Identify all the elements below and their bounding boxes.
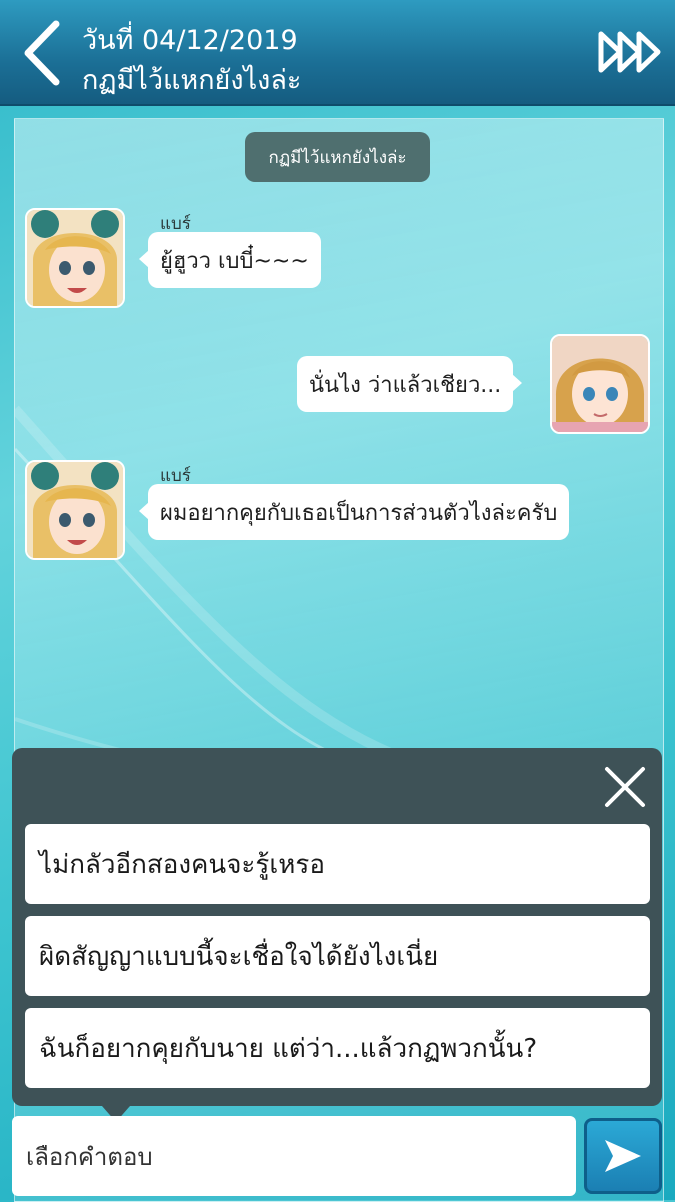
- chat-title: กฏมีไว้แหกยังไงล่ะ: [82, 65, 302, 96]
- avatar-player[interactable]: [550, 334, 650, 434]
- reply-choice-2[interactable]: ผิดสัญญาแบบนี้จะเชื่อใจได้ยังไงเนี่ย: [25, 916, 650, 996]
- bear-avatar-image: [27, 462, 123, 558]
- header-bar: วันที่ 04/12/2019 กฏมีไว้แหกยังไงล่ะ: [0, 0, 675, 106]
- topic-pill: กฏมีไว้แหกยังไงล่ะ: [245, 132, 430, 182]
- avatar-bear[interactable]: [25, 460, 125, 560]
- player-avatar-image: [552, 336, 648, 432]
- send-arrow-icon: [605, 1140, 641, 1172]
- send-button[interactable]: [584, 1118, 662, 1194]
- back-chevron-icon: [24, 20, 60, 86]
- skip-button[interactable]: [598, 28, 664, 76]
- message-bubble: ยู้ฮูวว เบบี๋~~~: [139, 232, 321, 288]
- avatar-bear[interactable]: [25, 208, 125, 308]
- reply-input[interactable]: เลือกคำตอบ: [12, 1116, 576, 1196]
- reply-choice-1[interactable]: ไม่กลัวอีกสองคนจะรู้เหรอ: [25, 824, 650, 904]
- message-bubble: ผมอยากคุยกับเธอเป็นการส่วนตัวไงล่ะครับ: [138, 484, 570, 540]
- reply-choice-3[interactable]: ฉันก็อยากคุยกับนาย แต่ว่า...แล้วกฏพวกนั้…: [25, 1008, 650, 1088]
- chat-date: วันที่ 04/12/2019: [82, 25, 298, 56]
- fast-forward-icon: [598, 31, 661, 73]
- close-choices-button[interactable]: [600, 762, 650, 812]
- bear-avatar-image: [27, 210, 123, 306]
- message-bubble: นั่นไง ว่าแล้วเชียว...: [297, 356, 523, 412]
- close-icon: [605, 767, 645, 807]
- back-button[interactable]: [18, 18, 68, 88]
